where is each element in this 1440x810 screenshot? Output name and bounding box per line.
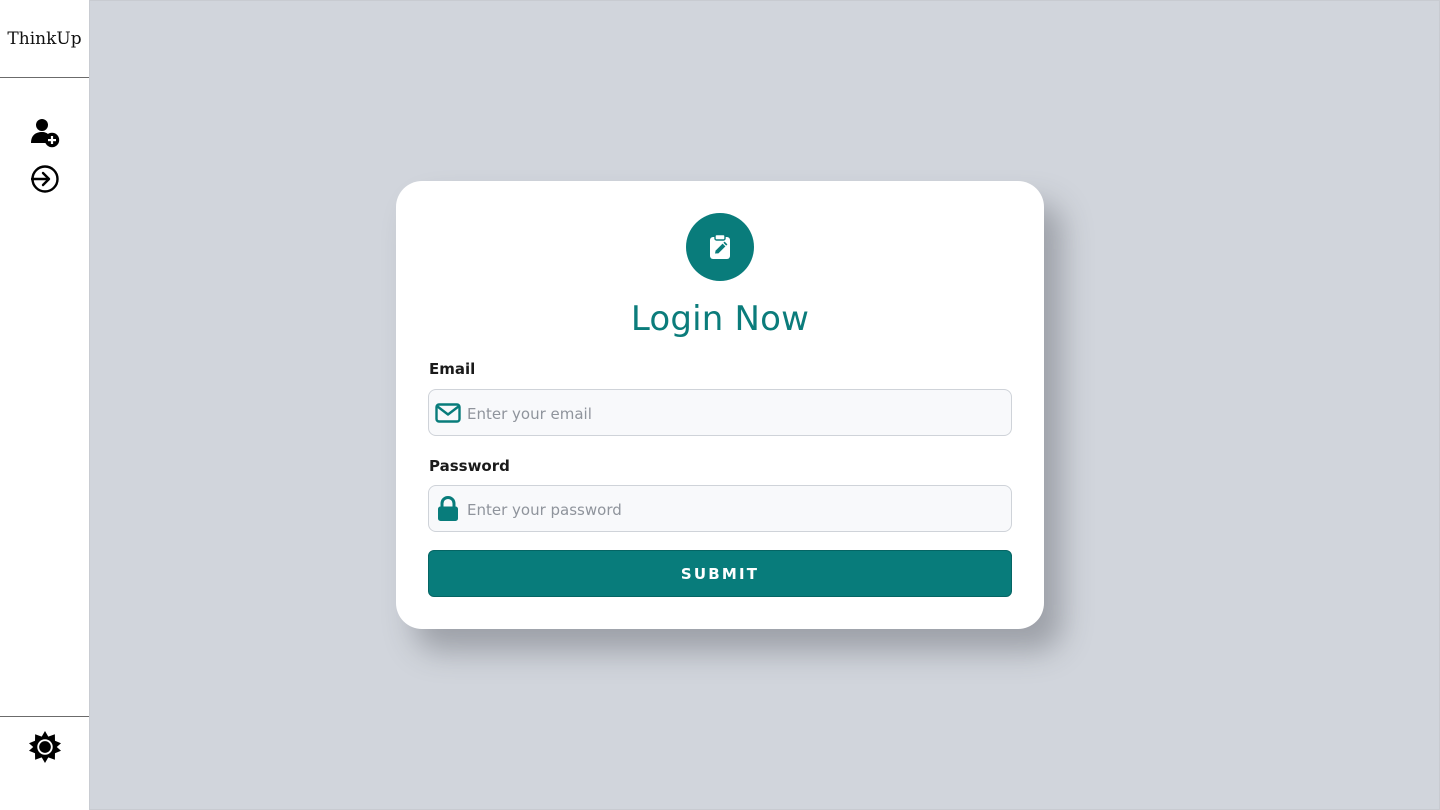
page-title: Login Now: [630, 299, 810, 339]
password-input[interactable]: [465, 486, 1009, 533]
sidebar-footer: [0, 716, 89, 810]
sidebar: ThinkUp: [0, 0, 90, 810]
email-input[interactable]: [465, 390, 1009, 437]
brand-logo[interactable]: ThinkUp: [0, 0, 89, 78]
sign-in-icon[interactable]: [29, 163, 61, 195]
password-label: Password: [429, 457, 510, 475]
email-label: Email: [429, 360, 476, 378]
login-card: Login Now Email Password SUBMIT: [396, 181, 1044, 629]
email-field-wrapper[interactable]: [428, 389, 1012, 437]
user-plus-icon[interactable]: [29, 116, 61, 148]
envelope-icon: [435, 400, 461, 426]
sun-icon[interactable]: [29, 731, 61, 763]
password-field-wrapper[interactable]: [428, 485, 1012, 533]
clipboard-edit-icon: [686, 213, 754, 281]
lock-icon: [435, 496, 461, 522]
submit-button[interactable]: SUBMIT: [428, 550, 1012, 597]
